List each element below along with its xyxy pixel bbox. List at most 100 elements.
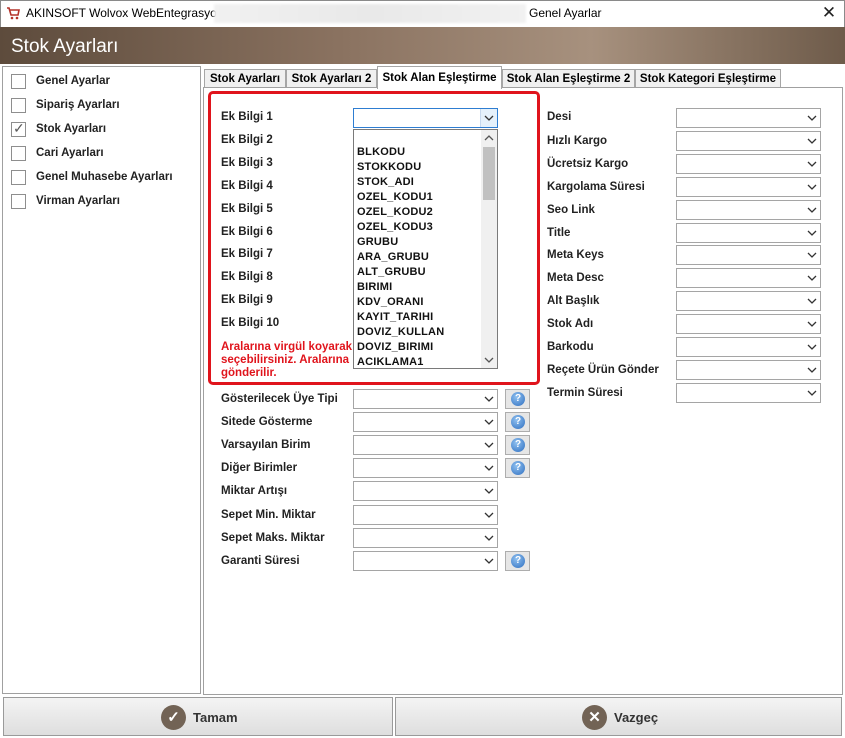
tab-stok-kategori-eslestirme[interactable]: Stok Kategori Eşleştirme [635,69,781,88]
chevron-down-icon [807,344,817,350]
tab-stok-ayarlari[interactable]: Stok Ayarları [204,69,286,88]
sidebar-item-stok-ayarlari[interactable]: Stok Ayarları [11,120,199,139]
kargolama-suresi-select[interactable] [676,177,821,197]
checkbox[interactable] [11,98,26,113]
chevron-down-icon [484,488,494,494]
checkbox[interactable] [11,194,26,209]
help-button[interactable]: ? [505,412,530,432]
chevron-down-icon [807,184,817,190]
checkbox[interactable] [11,170,26,185]
field-label-stok-adi: Stok Adı [547,318,594,330]
help-icon: ? [511,554,525,568]
meta-desc-select[interactable] [676,268,821,288]
ek-bilgi-dropdown-list[interactable]: BLKODU STOKKODU STOK_ADI OZEL_KODU1 OZEL… [353,129,498,369]
redacted-title-area [214,4,526,23]
chevron-down-icon [807,161,817,167]
sitede-gosterme-select[interactable] [353,412,498,432]
cancel-button-label: Vazgeç [614,710,659,725]
window-title: AKINSOFT Wolvox WebEntegrasyon [26,6,224,20]
dropdown-option[interactable]: KAYIT_TARIHI [357,311,433,323]
field-label-meta-desc: Meta Desc [547,272,604,284]
help-button[interactable]: ? [505,389,530,409]
window-subtitle: Genel Ayarlar [529,6,602,20]
sepet-min-miktar-select[interactable] [353,505,498,525]
chevron-down-icon [807,230,817,236]
dropdown-option[interactable]: GRUBU [357,236,398,248]
gosterilecek-uye-tipi-select[interactable] [353,389,498,409]
dropdown-option[interactable]: ACIKLAMA1 [357,356,424,368]
sidebar-item-genel-muhasebe-ayarlari[interactable]: Genel Muhasebe Ayarları [11,169,199,187]
scroll-down-icon[interactable] [483,354,495,366]
sidebar-item-label: Genel Muhasebe Ayarları [36,171,173,183]
sidebar-item-cari-ayarlari[interactable]: Cari Ayarları [11,145,199,163]
scroll-up-icon[interactable] [483,132,495,144]
field-label-garanti-suresi: Garanti Süresi [221,555,300,567]
help-icon: ? [511,438,525,452]
help-icon: ? [511,415,525,429]
chevron-down-icon [484,396,494,402]
chevron-down-icon [484,419,494,425]
chevron-down-icon [807,207,817,213]
scrollbar-thumb[interactable] [483,147,495,200]
help-button[interactable]: ? [505,551,530,571]
meta-keys-select[interactable] [676,245,821,265]
field-label-kargolama-suresi: Kargolama Süresi [547,181,645,193]
sidebar-item-siparis-ayarlari[interactable]: Sipariş Ayarları [11,97,199,115]
sidebar-item-genel-ayarlar[interactable]: Genel Ayarlar [11,73,199,91]
termin-suresi-select[interactable] [676,383,821,403]
dropdown-option[interactable]: ARA_GRUBU [357,251,429,263]
miktar-artisi-select[interactable] [353,481,498,501]
checkbox[interactable] [11,74,26,89]
close-icon[interactable]: ✕ [818,2,840,24]
ok-button-label: Tamam [193,710,238,725]
tab-stok-ayarlari-2[interactable]: Stok Ayarları 2 [286,69,377,88]
checkbox[interactable] [11,146,26,161]
recete-urun-gonder-select[interactable] [676,360,821,380]
dropdown-option[interactable]: BIRIMI [357,281,392,293]
dropdown-option[interactable]: STOKKODU [357,161,421,173]
hizli-kargo-select[interactable] [676,131,821,151]
tab-stok-alan-eslestirme-2[interactable]: Stok Alan Eşleştirme 2 [502,69,635,88]
chevron-down-icon [484,442,494,448]
settings-sidebar: Genel Ayarlar Sipariş Ayarları Stok Ayar… [2,66,201,694]
barkodu-select[interactable] [676,337,821,357]
title-select[interactable] [676,223,821,243]
dropdown-option[interactable]: BLKODU [357,146,405,158]
desi-select[interactable] [676,108,821,128]
dropdown-option[interactable]: OZEL_KODU3 [357,221,433,233]
stok-adi-select[interactable] [676,314,821,334]
field-label-alt-baslik: Alt Başlık [547,295,600,307]
field-label-gosterilecek-uye-tipi: Gösterilecek Üye Tipi [221,393,338,405]
field-label-meta-keys: Meta Keys [547,249,604,261]
dropdown-option[interactable]: ALT_GRUBU [357,266,426,278]
garanti-suresi-select[interactable] [353,551,498,571]
dropdown-option[interactable]: OZEL_KODU1 [357,191,433,203]
field-label-hizli-kargo: Hızlı Kargo [547,135,608,147]
help-icon: ? [511,461,525,475]
chevron-down-icon [484,558,494,564]
sepet-maks-miktar-select[interactable] [353,528,498,548]
dropdown-option[interactable]: KDV_ORANI [357,296,424,308]
dropdown-option[interactable]: OZEL_KODU2 [357,206,433,218]
dropdown-option[interactable]: DOVIZ_BIRIMI [357,341,433,353]
ok-button[interactable]: ✓ Tamam [3,697,393,736]
dropdown-option[interactable]: DOVIZ_KULLAN [357,326,444,338]
dropdown-scrollbar[interactable] [481,130,497,368]
field-label-seo-link: Seo Link [547,204,595,216]
chevron-down-icon [484,512,494,518]
help-button[interactable]: ? [505,458,530,478]
chevron-down-icon [807,390,817,396]
checkbox-checked[interactable] [11,120,26,137]
alt-baslik-select[interactable] [676,291,821,311]
seo-link-select[interactable] [676,200,821,220]
dropdown-option[interactable]: STOK_ADI [357,176,414,188]
field-label-sitede-gosterme: Sitede Gösterme [221,416,313,428]
ucretsiz-kargo-select[interactable] [676,154,821,174]
sidebar-item-virman-ayarlari[interactable]: Virman Ayarları [11,193,199,211]
tab-stok-alan-eslestirme[interactable]: Stok Alan Eşleştirme [377,66,502,89]
cancel-button[interactable]: ✕ Vazgeç [395,697,842,736]
help-button[interactable]: ? [505,435,530,455]
sidebar-item-label: Virman Ayarları [36,195,120,207]
diger-birimler-select[interactable] [353,458,498,478]
varsayilan-birim-select[interactable] [353,435,498,455]
